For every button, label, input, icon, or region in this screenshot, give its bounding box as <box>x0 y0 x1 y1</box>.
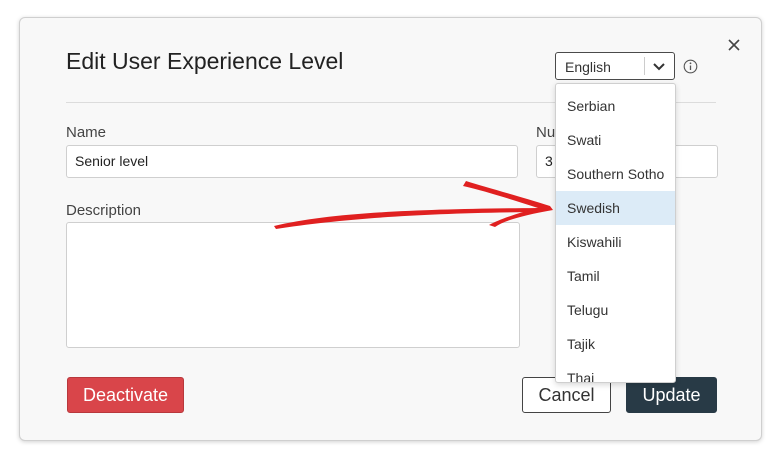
language-option-kiswahili[interactable]: Kiswahili <box>556 225 675 259</box>
language-select[interactable]: English <box>555 52 675 80</box>
description-label: Description <box>66 202 142 219</box>
close-icon[interactable] <box>723 34 745 56</box>
language-option-telugu[interactable]: Telugu <box>556 293 675 327</box>
chevron-down-icon[interactable] <box>651 58 667 74</box>
name-label: Name <box>66 124 107 141</box>
language-option-swati[interactable]: Swati <box>556 123 675 157</box>
dialog-title: Edit User Experience Level <box>66 48 344 74</box>
language-option-southern-sotho[interactable]: Southern Sotho <box>556 157 675 191</box>
language-option-serbian[interactable]: Serbian <box>556 89 675 123</box>
deactivate-button[interactable]: Deactivate <box>67 377 184 413</box>
language-dropdown: Serbian Swati Southern Sotho Swedish Kis… <box>555 83 676 383</box>
select-separator <box>644 57 645 75</box>
annotation-arrow-icon <box>274 181 553 229</box>
description-textarea[interactable] <box>66 222 520 348</box>
info-icon[interactable] <box>683 59 698 74</box>
language-option-thai[interactable]: Thai <box>556 361 675 382</box>
name-input[interactable]: Senior level <box>66 145 518 178</box>
number-label: Nu <box>536 124 556 141</box>
language-option-swedish[interactable]: Swedish <box>556 191 675 225</box>
language-option-tamil[interactable]: Tamil <box>556 259 675 293</box>
language-option-tajik[interactable]: Tajik <box>556 327 675 361</box>
language-select-value: English <box>565 59 611 75</box>
